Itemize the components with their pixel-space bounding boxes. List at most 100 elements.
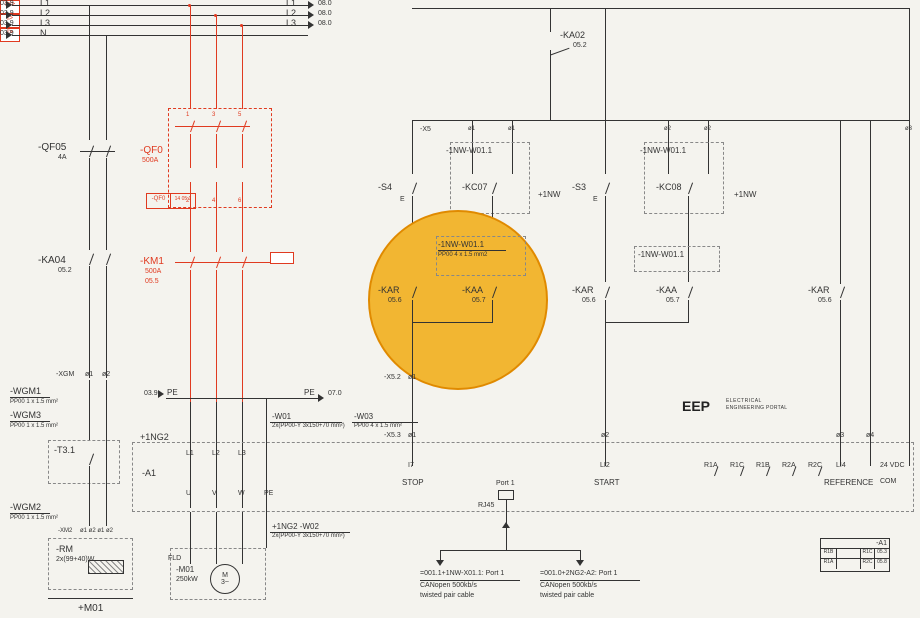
drive-l2: L2 [212,450,220,457]
kar-r: -KAR [808,285,830,295]
pe-039: 03.9 [144,390,158,397]
s4-contact [412,183,417,195]
wgm2-label: -WGM2 [10,502,41,512]
arrow-icon [308,11,314,19]
node [240,24,243,27]
motor-icon: M 3~ [210,564,240,594]
x52-t: ø1 [408,374,416,381]
x5-t3: ø3 [905,126,912,132]
wire [106,158,107,250]
control-rail [412,8,910,9]
io-ref: REFERENCE [824,478,873,487]
bus-l2-label: L2 [40,8,50,18]
kc07-label: -KC07 [462,182,488,192]
t31-label: -T3.1 [54,445,75,455]
x5-label: -X5 [420,126,431,133]
x5-t1b: ø1 [508,126,515,132]
rule [540,580,640,581]
kar-m-contact [605,287,610,299]
ka02-label: -KA02 [560,30,585,40]
qf0-label: -QF0 [140,145,163,156]
w03-label: -W03 [354,412,373,421]
wire [605,196,606,282]
kar-l-ref: 05.6 [388,297,402,304]
bus-l3-right: L3 [286,18,296,28]
legend-r1c: R1C [861,549,875,558]
contact [106,254,111,266]
e-label-r: E [593,196,598,203]
wire [106,35,107,140]
wire [89,266,90,378]
io-com: COM [880,478,896,485]
resistor-pair-icon [88,560,124,574]
wire [605,322,689,323]
wire [242,270,243,402]
io-li2: LI2 [600,462,610,469]
mech-link [175,126,250,127]
arrow-icon [158,390,164,398]
m01-location: +M01 [78,603,103,614]
io-start: START [594,478,619,487]
kaa-r-ref: 05.7 [666,297,680,304]
x5-t1: ø1 [468,126,475,132]
kc08-label: -KC08 [656,182,682,192]
pe-label-r: PE [304,388,315,397]
cable1-l3: twisted pair cable [420,592,474,599]
legend-ref2: 05.8 [875,559,889,569]
km1-aux-icon [270,252,294,264]
pe-label: PE [167,388,178,397]
km1-rating: 500A [145,268,161,275]
w03-spec: PP00 4 x 1.5 mm² [354,423,402,429]
wire [216,512,217,564]
cable2-l1: =001.0+2NG2-A2: Port 1 [540,570,617,577]
wire [412,322,413,380]
xgm-t2: ø2 [102,371,110,378]
wire [412,300,413,322]
arrow-icon [308,1,314,9]
x52-label: -X5.2 [384,374,401,381]
port1-label: Port 1 [496,480,515,487]
xm2-terms: ø1 ø2 ø1 ø2 [80,528,113,534]
bus-n [12,35,308,36]
eep-tag-bot: ENGINEERING PORTAL [726,405,787,411]
a1-drive-box [132,442,914,512]
wgm2-spec: PP00 1 x 1.5 mm² [10,515,58,521]
bus-l1-label: L1 [40,0,50,8]
wire [216,270,217,402]
wire [89,466,90,526]
term: 3 [212,112,215,118]
wire [80,151,115,152]
km1-label: -KM1 [140,256,164,267]
legend-qf0: -QF0 [147,194,171,208]
mech-link [175,262,270,263]
wire [688,300,689,322]
io-24v: 24 VDC [880,462,905,469]
motor-power: 250kW [176,576,198,583]
drive-l1: L1 [186,450,194,457]
wire [216,134,217,168]
wire [242,134,243,168]
cable2-l2: CANopen 500kb/s [540,582,597,589]
term: 5 [238,112,241,118]
ng2-label: +1NG2 [140,432,169,442]
rule [420,580,520,581]
pe-rail [166,398,318,399]
ref-039: 03.9 [0,0,14,7]
e-label-l: E [400,196,405,203]
arrow-icon [576,560,584,566]
motor-3ph: 3~ [221,579,229,586]
legend-a1-title: -A1 [821,539,889,549]
wire [190,270,191,402]
wire [106,266,107,378]
bus-l3 [12,25,308,26]
contact [89,254,94,266]
m01-tag: -M01 [176,565,194,574]
wire [440,550,441,560]
schematic-diagram: L1 L2 L3 N L1 L2 L3 03.9 03.9 03.9 03.9 … [0,0,920,618]
wire [242,512,243,564]
wire [412,120,413,174]
rm-label: -RM [56,544,73,554]
wire [242,25,243,109]
legend-r2c: R2C [861,559,875,569]
nw-mid-r: -1NW-W01.1 [638,250,684,259]
